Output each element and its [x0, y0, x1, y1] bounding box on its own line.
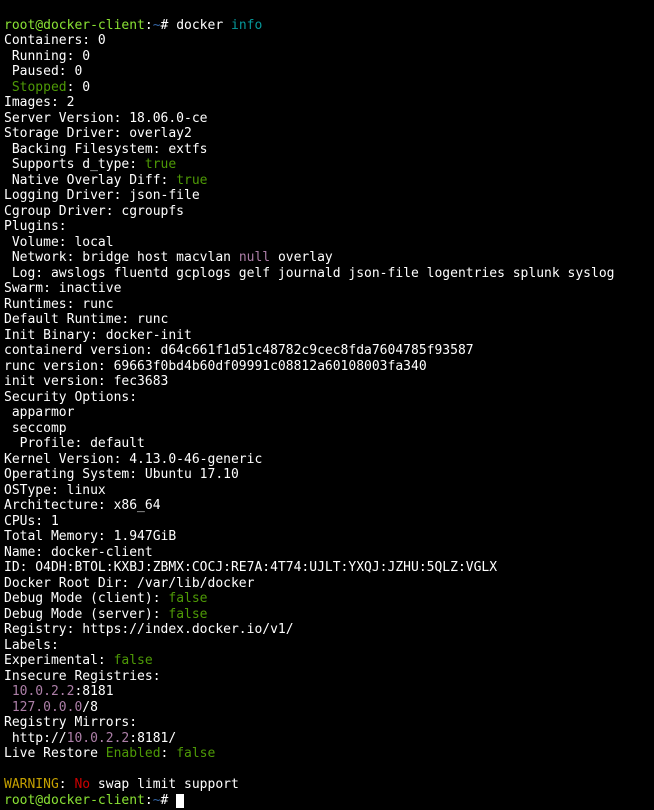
- output-line: http://10.0.2.2:8181/: [4, 731, 176, 746]
- output-line: Debug Mode (client): false: [4, 591, 208, 606]
- output-line: Log: awslogs fluentd gcplogs gelf journa…: [4, 266, 614, 281]
- cursor[interactable]: [176, 794, 184, 808]
- warning-line: WARNING: No swap limit support: [4, 777, 239, 792]
- output-line: Total Memory: 1.947GiB: [4, 529, 176, 544]
- output-line: OSType: linux: [4, 483, 106, 498]
- output-line: Stopped: 0: [4, 80, 90, 95]
- output-line: Profile: default: [4, 436, 145, 451]
- output-line: Logging Driver: json-file: [4, 188, 200, 203]
- output-line: Running: 0: [4, 49, 90, 64]
- output-line: Architecture: x86_64: [4, 498, 161, 513]
- output-line: Name: docker-client: [4, 545, 153, 560]
- output-line: 127.0.0.0/8: [4, 700, 98, 715]
- output-line: 10.0.2.2:8181: [4, 684, 114, 699]
- output-line: Network: bridge host macvlan null overla…: [4, 250, 333, 265]
- output-line: Native Overlay Diff: true: [4, 173, 208, 188]
- output-line: CPUs: 1: [4, 514, 59, 529]
- output-line: Cgroup Driver: cgroupfs: [4, 204, 184, 219]
- output-line: Paused: 0: [4, 64, 82, 79]
- output-line: Registry: https://index.docker.io/v1/: [4, 622, 294, 637]
- output-line: Images: 2: [4, 95, 74, 110]
- output-line: Storage Driver: overlay2: [4, 126, 192, 141]
- user-host: root@docker-client: [4, 793, 145, 808]
- output-line: Operating System: Ubuntu 17.10: [4, 467, 239, 482]
- output-line: Containers: 0: [4, 33, 106, 48]
- cwd: ~: [153, 18, 161, 33]
- output-line: Runtimes: runc: [4, 297, 114, 312]
- output-line: runc version: 69663f0bd4b60df09991c08812…: [4, 359, 427, 374]
- output-line: Experimental: false: [4, 653, 153, 668]
- output-line: Kernel Version: 4.13.0-46-generic: [4, 452, 262, 467]
- output-line: Registry Mirrors:: [4, 715, 137, 730]
- output-line: Security Options:: [4, 390, 137, 405]
- prompt: root@docker-client:~#: [4, 793, 184, 808]
- output-line: Swarm: inactive: [4, 281, 121, 296]
- command: docker: [176, 18, 223, 33]
- user-host: root@docker-client: [4, 18, 145, 33]
- output-line: apparmor: [4, 405, 74, 420]
- output-line: Supports d_type: true: [4, 157, 176, 172]
- output-line: Server Version: 18.06.0-ce: [4, 111, 208, 126]
- output-line: Live Restore Enabled: false: [4, 746, 215, 761]
- output-line: Default Runtime: runc: [4, 312, 168, 327]
- output-line: Backing Filesystem: extfs: [4, 142, 208, 157]
- output-line: init version: fec3683: [4, 374, 168, 389]
- output-line: Insecure Registries:: [4, 669, 161, 684]
- command-arg: info: [231, 18, 262, 33]
- output-line: seccomp: [4, 421, 67, 436]
- cwd: ~: [153, 793, 161, 808]
- output-line: Labels:: [4, 638, 59, 653]
- blank-line: [4, 762, 12, 777]
- output-line: ID: O4DH:BTOL:KXBJ:ZBMX:COCJ:RE7A:4T74:U…: [4, 560, 497, 575]
- output-line: Docker Root Dir: /var/lib/docker: [4, 576, 254, 591]
- output-line: Plugins:: [4, 219, 67, 234]
- output-line: Volume: local: [4, 235, 114, 250]
- terminal[interactable]: root@docker-client:~# docker info Contai…: [0, 0, 654, 810]
- output-line: containerd version: d64c661f1d51c48782c9…: [4, 343, 474, 358]
- output-line: Debug Mode (server): false: [4, 607, 208, 622]
- prompt: root@docker-client:~# docker info: [4, 18, 262, 33]
- output-line: Init Binary: docker-init: [4, 328, 192, 343]
